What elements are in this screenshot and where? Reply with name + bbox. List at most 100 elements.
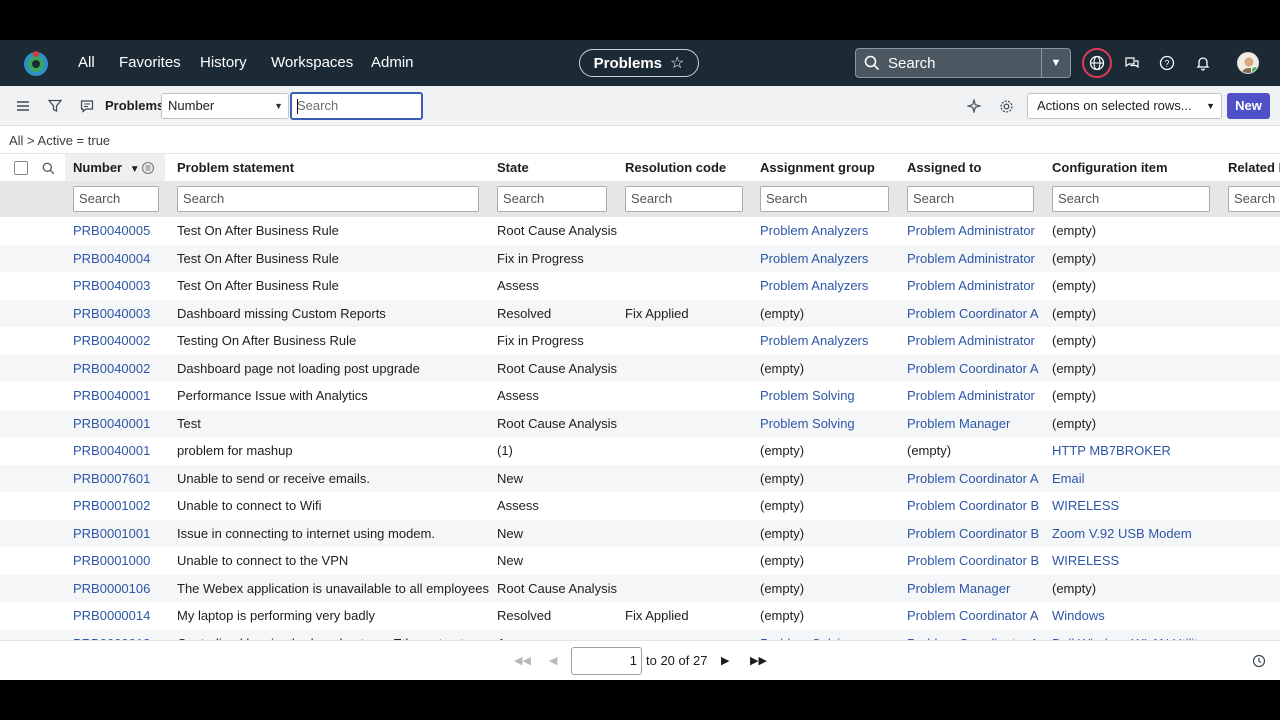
nav-all[interactable]: All bbox=[78, 40, 95, 86]
column-header-problem-statement[interactable]: Problem statement bbox=[177, 154, 294, 182]
cell-assigned-to[interactable]: Problem Coordinator B bbox=[907, 492, 1039, 520]
nav-workspaces[interactable]: Workspaces bbox=[271, 40, 353, 86]
cell-assignment-group[interactable]: Problem Analyzers bbox=[760, 327, 868, 355]
scope-button[interactable] bbox=[1082, 48, 1112, 78]
cell-configuration-item[interactable]: HTTP MB7BROKER bbox=[1052, 437, 1171, 465]
table-row[interactable]: PRB0040004 Test On After Business Rule Fix… bbox=[0, 244, 1280, 273]
app-logo-icon[interactable] bbox=[22, 49, 50, 77]
cell-number[interactable]: PRB0001000 bbox=[73, 547, 150, 575]
nav-favorites[interactable]: Favorites bbox=[119, 40, 181, 86]
nav-history[interactable]: History bbox=[200, 40, 247, 86]
column-header-resolution-code[interactable]: Resolution code bbox=[625, 154, 726, 182]
cell-assignment-group[interactable]: Problem Analyzers bbox=[760, 272, 868, 300]
first-page-icon[interactable]: ◀◀ bbox=[514, 654, 531, 667]
cell-configuration-item[interactable]: Windows bbox=[1052, 602, 1105, 630]
global-search[interactable]: Search ▼ bbox=[855, 48, 1071, 78]
actions-select[interactable]: Actions on selected rows... ▼ bbox=[1027, 93, 1222, 119]
cell-assigned-to[interactable]: Problem Coordinator A bbox=[907, 355, 1039, 383]
menu-icon[interactable] bbox=[13, 96, 33, 116]
chevron-down-icon[interactable]: ▼ bbox=[1041, 49, 1070, 77]
breadcrumb[interactable]: All > Active = true bbox=[9, 133, 110, 148]
table-row[interactable]: PRB0040002 Testing On After Business Rule… bbox=[0, 327, 1280, 355]
table-row[interactable]: PRB0040002 Dashboard page not loading pos… bbox=[0, 354, 1280, 383]
cell-number[interactable]: PRB0000106 bbox=[73, 575, 150, 603]
page-number-input[interactable]: 1 bbox=[571, 647, 642, 675]
filter-configuration-item-input[interactable]: Search bbox=[1052, 186, 1210, 212]
next-page-icon[interactable]: ▶ bbox=[721, 654, 729, 667]
column-header-assignment-group[interactable]: Assignment group bbox=[760, 154, 875, 182]
cell-number[interactable]: PRB0001002 bbox=[73, 492, 150, 520]
cell-assigned-to[interactable]: Problem Coordinator A bbox=[907, 630, 1039, 641]
list-search-input[interactable]: Search bbox=[290, 92, 423, 120]
filter-assignment-group-input[interactable]: Search bbox=[760, 186, 889, 212]
context-title-pill[interactable]: Problems ☆ bbox=[579, 49, 699, 77]
previous-page-icon[interactable]: ◀ bbox=[549, 654, 557, 667]
cell-number[interactable]: PRB0040001 bbox=[73, 437, 150, 465]
table-row[interactable]: PRB0040005 Test On After Business Rule Roo… bbox=[0, 217, 1280, 245]
cell-number[interactable]: PRB0040001 bbox=[73, 382, 150, 410]
table-row[interactable]: PRB0000106 The Webex application is unava… bbox=[0, 574, 1280, 603]
gear-icon[interactable] bbox=[996, 96, 1016, 116]
filter-number-input[interactable]: Search bbox=[73, 186, 159, 212]
help-icon[interactable]: ? bbox=[1155, 51, 1179, 75]
cell-number[interactable]: PRB0040004 bbox=[73, 245, 150, 273]
cell-assigned-to[interactable]: Problem Coordinator B bbox=[907, 547, 1039, 575]
column-header-state[interactable]: State bbox=[497, 154, 529, 182]
column-header-assigned-to[interactable]: Assigned to bbox=[907, 154, 981, 182]
table-row[interactable]: PRB0040001 Test Root Cause Analysis Problem… bbox=[0, 409, 1280, 438]
table-row[interactable]: PRB0040003 Test On After Business Rule Ass… bbox=[0, 272, 1280, 300]
cell-number[interactable]: PRB0007601 bbox=[73, 465, 150, 493]
cell-number[interactable]: PRB0040002 bbox=[73, 355, 150, 383]
cell-configuration-item[interactable]: WIRELESS bbox=[1052, 547, 1119, 575]
table-row[interactable]: PRB0040001 Performance Issue with Analyti… bbox=[0, 382, 1280, 410]
cell-assigned-to[interactable]: Problem Coordinator A bbox=[907, 465, 1039, 493]
table-row[interactable]: PRB0040003 Dashboard missing Custom Repor… bbox=[0, 299, 1280, 328]
nav-admin[interactable]: Admin bbox=[371, 40, 414, 86]
table-row[interactable]: PRB0000013 Centralized logging broken due… bbox=[0, 629, 1280, 641]
cell-number[interactable]: PRB0001001 bbox=[73, 520, 150, 548]
star-icon[interactable]: ☆ bbox=[670, 53, 684, 73]
table-row[interactable]: PRB0001001 Issue in connecting to interne… bbox=[0, 519, 1280, 548]
cell-number[interactable]: PRB0040002 bbox=[73, 327, 150, 355]
cell-assigned-to[interactable]: Problem Administrator bbox=[907, 327, 1035, 355]
cell-assignment-group[interactable]: Problem Analyzers bbox=[760, 245, 868, 273]
table-row[interactable]: PRB0001002 Unable to connect to Wifi Asses… bbox=[0, 492, 1280, 520]
avatar[interactable] bbox=[1237, 52, 1259, 74]
table-row[interactable]: PRB0001000 Unable to connect to the VPN Ne… bbox=[0, 547, 1280, 575]
cell-assigned-to[interactable]: Problem Coordinator B bbox=[907, 520, 1039, 548]
cell-assigned-to[interactable]: Problem Coordinator A bbox=[907, 300, 1039, 328]
cell-assignment-group[interactable]: Problem Solving bbox=[760, 382, 855, 410]
table-row[interactable]: PRB0000014 My laptop is performing very b… bbox=[0, 602, 1280, 630]
column-header-related-incidents[interactable]: Related In bbox=[1228, 154, 1280, 182]
cell-assigned-to[interactable]: Problem Coordinator A bbox=[907, 602, 1039, 630]
filter-resolution-code-input[interactable]: Search bbox=[625, 186, 743, 212]
cell-configuration-item[interactable]: WIRELESS bbox=[1052, 492, 1119, 520]
cell-assigned-to[interactable]: Problem Administrator bbox=[907, 245, 1035, 273]
cell-assignment-group[interactable]: Problem Analyzers bbox=[760, 217, 868, 245]
cell-number[interactable]: PRB0000013 bbox=[73, 630, 150, 641]
cell-assigned-to[interactable]: Problem Manager bbox=[907, 575, 1010, 603]
cell-assignment-group[interactable]: Problem Solving bbox=[760, 630, 855, 641]
cell-number[interactable]: PRB0040005 bbox=[73, 217, 150, 245]
cell-configuration-item[interactable]: Zoom V.92 USB Modem bbox=[1052, 520, 1192, 548]
sparkle-icon[interactable] bbox=[964, 96, 984, 116]
cell-number[interactable]: PRB0040003 bbox=[73, 272, 150, 300]
comment-icon[interactable] bbox=[77, 96, 97, 116]
column-menu-icon[interactable] bbox=[138, 158, 158, 178]
filter-related-incidents-input[interactable]: Search bbox=[1228, 186, 1280, 212]
new-button[interactable]: New bbox=[1227, 93, 1270, 119]
clock-icon[interactable] bbox=[1249, 651, 1269, 671]
filter-assigned-to-input[interactable]: Search bbox=[907, 186, 1034, 212]
cell-assigned-to[interactable]: Problem Administrator bbox=[907, 272, 1035, 300]
bell-icon[interactable] bbox=[1191, 51, 1215, 75]
column-header-configuration-item[interactable]: Configuration item bbox=[1052, 154, 1168, 182]
filter-icon[interactable] bbox=[45, 96, 65, 116]
cell-number[interactable]: PRB0040001 bbox=[73, 410, 150, 438]
cell-assigned-to[interactable]: Problem Manager bbox=[907, 410, 1010, 438]
cell-configuration-item[interactable]: Dell Wireless WLAN Utility bbox=[1052, 630, 1204, 641]
column-header-number[interactable]: Number ▼ bbox=[73, 154, 140, 182]
chat-icon[interactable] bbox=[1120, 51, 1144, 75]
cell-assigned-to[interactable]: Problem Administrator bbox=[907, 217, 1035, 245]
last-page-icon[interactable]: ▶▶ bbox=[750, 654, 767, 667]
cell-configuration-item[interactable]: Email bbox=[1052, 465, 1085, 493]
